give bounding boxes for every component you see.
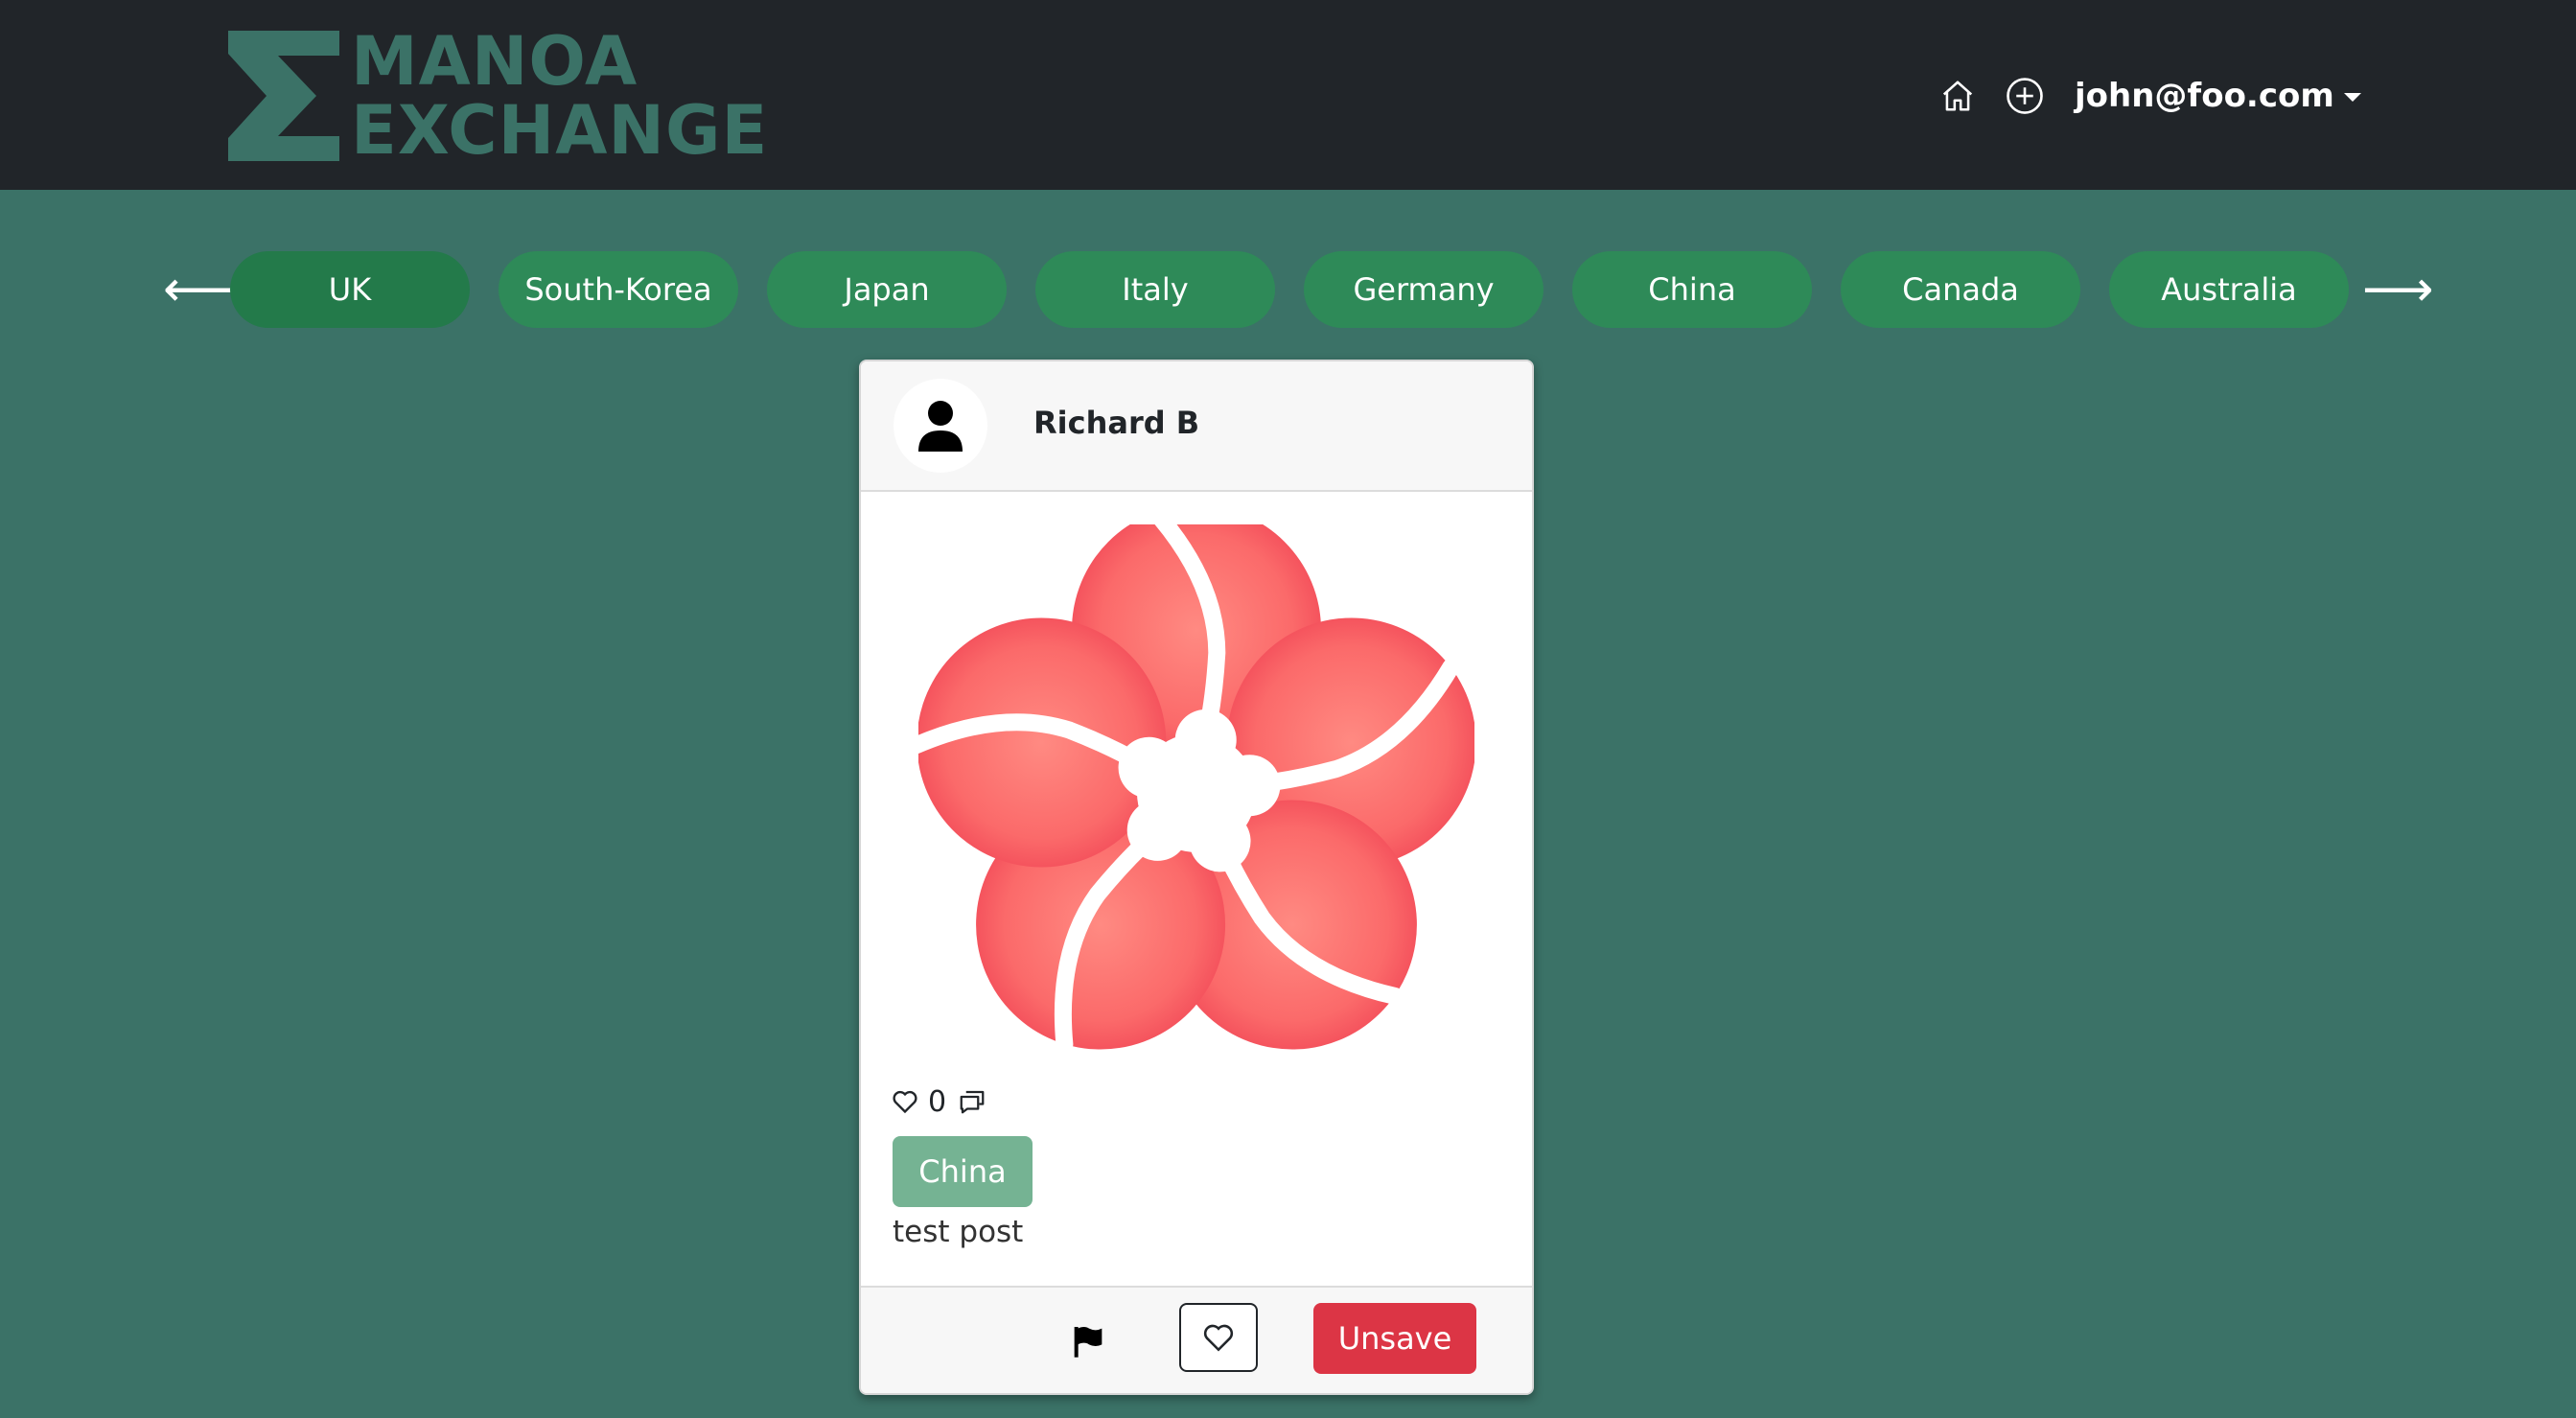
country-chip-australia[interactable]: Australia — [2109, 251, 2349, 328]
user-icon — [918, 401, 963, 452]
country-chip-germany[interactable]: Germany — [1304, 251, 1543, 328]
heart-outline-icon — [1203, 1324, 1234, 1352]
country-chip-south-korea[interactable]: South-Korea — [499, 251, 738, 328]
post-header: Richard B — [861, 361, 1532, 492]
brand-line-2: EXCHANGE — [351, 91, 769, 170]
country-chip-china[interactable]: China — [1572, 251, 1812, 328]
navbar: MANOA EXCHANGE john@foo.com — [0, 0, 2576, 190]
post-body: test post — [893, 1215, 1024, 1249]
country-filter: ⟵ UK South-Korea Japan Italy Germany Chi… — [0, 251, 2576, 328]
post-image-plum-blossom — [918, 524, 1474, 1054]
user-email: john@foo.com — [2075, 77, 2334, 115]
scroll-left-arrow-icon[interactable]: ⟵ — [163, 251, 235, 328]
brand-name: MANOA EXCHANGE — [351, 28, 768, 164]
country-chip-italy[interactable]: Italy — [1035, 251, 1275, 328]
comments-icon[interactable] — [958, 1088, 986, 1115]
post-author: Richard B — [1033, 405, 1200, 441]
nav-actions: john@foo.com — [1937, 67, 2361, 125]
heart-icon — [893, 1090, 917, 1114]
country-chip-canada[interactable]: Canada — [1841, 251, 2080, 328]
post-card: Richard B 0 China test post Unsave — [859, 360, 1534, 1395]
user-dropdown[interactable]: john@foo.com — [2075, 77, 2361, 115]
post-footer: Unsave — [861, 1286, 1532, 1393]
scroll-right-arrow-icon[interactable]: ⟶ — [2362, 251, 2434, 328]
home-icon[interactable] — [1937, 75, 1979, 117]
like-count: 0 — [928, 1084, 947, 1119]
country-chip-uk[interactable]: UK — [230, 251, 470, 328]
sigma-logo-icon — [228, 31, 339, 161]
flag-icon[interactable] — [1070, 1322, 1108, 1360]
post-stats: 0 — [892, 1082, 986, 1121]
country-tag[interactable]: China — [893, 1136, 1033, 1207]
caret-down-icon — [2343, 92, 2361, 102]
brand-line-1: MANOA — [351, 22, 638, 101]
country-chip-japan[interactable]: Japan — [767, 251, 1007, 328]
brand-logo[interactable]: MANOA EXCHANGE — [228, 28, 768, 164]
like-button[interactable] — [1179, 1303, 1258, 1372]
avatar[interactable] — [893, 379, 987, 473]
plus-circle-icon[interactable] — [2004, 75, 2046, 117]
unsave-button[interactable]: Unsave — [1313, 1303, 1476, 1374]
